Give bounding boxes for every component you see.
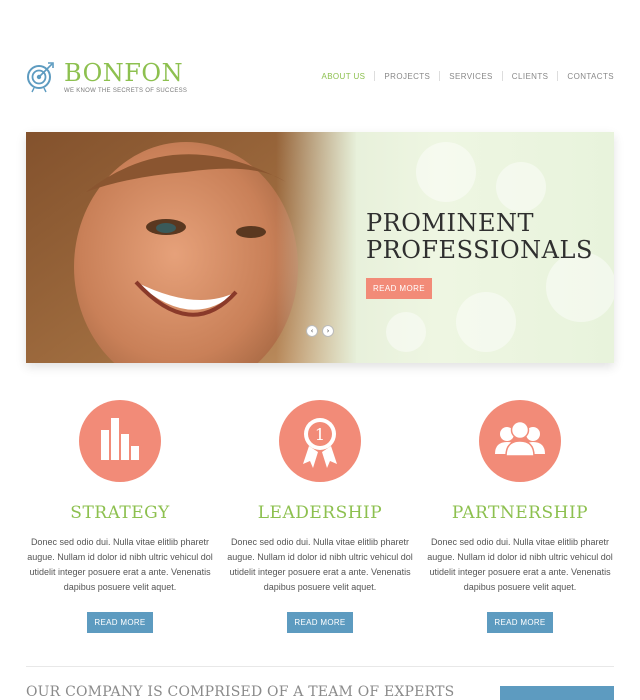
feature-partnership: PARTNERSHIP Donec sed odio dui. Nulla vi… <box>420 400 620 633</box>
bokeh-light <box>496 162 546 212</box>
main-nav: ABOUT US PROJECTS SERVICES CLIENTS CONTA… <box>321 71 614 81</box>
feature-description: Donec sed odio dui. Nulla vitae elitlib … <box>227 537 413 592</box>
slider-next-icon[interactable]: › <box>322 325 334 337</box>
feature-description: Donec sed odio dui. Nulla vitae elitlib … <box>27 537 213 592</box>
feature-strategy: STRATEGY Donec sed odio dui. Nulla vitae… <box>20 400 220 633</box>
target-logo-icon <box>27 62 54 93</box>
award-ribbon-icon: 1 <box>303 418 337 468</box>
partnership-read-more-button[interactable]: READ MORE <box>487 612 553 633</box>
bokeh-light <box>416 142 476 202</box>
feature-leadership: 1 LEADERSHIP Donec sed odio dui. Nulla v… <box>220 400 420 633</box>
hero-slider: PROMINENT PROFESSIONALS READ MORE ‹ › <box>26 132 614 363</box>
slide-caption: PROMINENT PROFESSIONALS <box>366 210 593 264</box>
site-header: BONFON WE KNOW THE SECRETS OF SUCCESS AB… <box>0 0 640 120</box>
people-group-icon <box>495 420 545 457</box>
feature-title: STRATEGY <box>70 503 170 523</box>
features-section: STRATEGY Donec sed odio dui. Nulla vitae… <box>0 400 640 640</box>
slide-title-line-1: PROMINENT <box>366 209 534 237</box>
nav-divider <box>501 71 503 81</box>
brand-title: BONFON <box>64 59 184 87</box>
nav-item-contacts[interactable]: CONTACTS <box>567 72 614 81</box>
slider-controls: ‹ › <box>306 325 334 337</box>
bar-chart-icon <box>101 418 139 460</box>
leadership-read-more-button[interactable]: READ MORE <box>287 612 353 633</box>
feature-circle <box>479 400 561 482</box>
bokeh-light <box>456 292 516 352</box>
feature-title: PARTNERSHIP <box>451 503 589 523</box>
nav-item-clients[interactable]: CLIENTS <box>512 72 549 81</box>
feature-circle <box>79 400 161 482</box>
slide-title-line-2: PROFESSIONALS <box>366 236 593 264</box>
slide-read-more-button[interactable]: READ MORE <box>366 278 432 299</box>
nav-divider <box>374 71 376 81</box>
strategy-read-more-button[interactable]: READ MORE <box>87 612 153 633</box>
slider-prev-icon[interactable]: ‹ <box>306 325 318 337</box>
bottom-banner <box>500 686 614 700</box>
nav-item-about-us[interactable]: ABOUT US <box>321 72 365 81</box>
brand-tagline: WE KNOW THE SECRETS OF SUCCESS <box>64 88 188 94</box>
feature-circle: 1 <box>279 400 361 482</box>
logo[interactable]: BONFON WE KNOW THE SECRETS OF SUCCESS <box>26 60 187 100</box>
feature-description: Donec sed odio dui. Nulla vitae elitlib … <box>427 537 613 592</box>
team-heading: OUR COMPANY IS COMPRISED OF A TEAM OF EX… <box>26 684 455 700</box>
nav-item-services[interactable]: SERVICES <box>449 72 493 81</box>
feature-title: LEADERSHIP <box>257 503 383 523</box>
nav-divider <box>557 71 559 81</box>
award-number: 1 <box>315 425 325 444</box>
section-divider <box>26 666 614 667</box>
nav-item-projects[interactable]: PROJECTS <box>384 72 430 81</box>
bokeh-light <box>386 312 426 352</box>
nav-divider <box>439 71 441 81</box>
